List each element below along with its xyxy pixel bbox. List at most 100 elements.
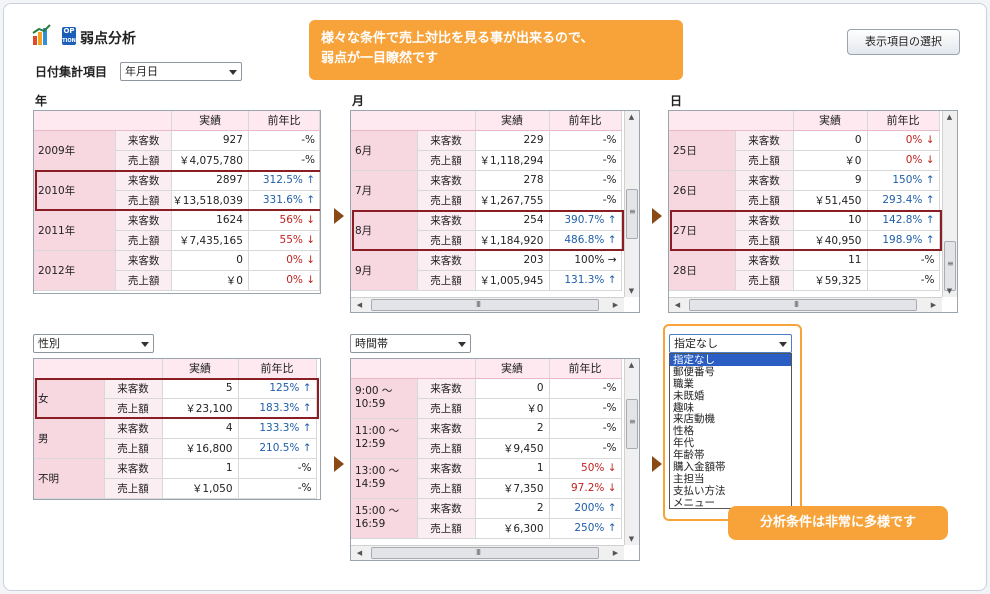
scroll-up-arrow-icon[interactable]: ▲ — [943, 113, 956, 121]
vertical-scrollbar[interactable]: ▲ ≡ ▼ — [942, 111, 957, 297]
visitors-yoy: 312.5% ↑ — [248, 170, 320, 191]
table-row[interactable]: 7月 来客数 278 -% — [351, 170, 622, 211]
scrollbar-thumb[interactable]: ≡ — [626, 189, 638, 239]
option-item[interactable]: 未既婚 — [670, 390, 791, 402]
scrollbar-thumb[interactable]: III — [689, 299, 917, 311]
table-row[interactable]: 2009年 来客数 927 -% — [34, 130, 320, 171]
analysis-condition-select[interactable]: 指定なし — [669, 334, 792, 353]
metric-sales: 売上額 — [417, 438, 476, 459]
grip-icon: ≡ — [947, 259, 954, 268]
scroll-right-arrow-icon[interactable]: ▶ — [927, 301, 940, 309]
scroll-right-arrow-icon[interactable]: ▶ — [609, 301, 622, 309]
header-blank — [669, 111, 794, 131]
horizontal-scrollbar[interactable]: ◀ III ▶ — [351, 545, 624, 560]
scroll-up-arrow-icon[interactable]: ▲ — [625, 113, 638, 121]
table-row[interactable]: 2010年 来客数 2897 312.5% ↑ — [34, 170, 320, 211]
visitors-yoy: 50% ↓ — [549, 458, 622, 479]
table-row[interactable]: 26日 来客数 9 150% ↑ — [669, 170, 940, 211]
option-item[interactable]: 性格 — [670, 425, 791, 437]
scrollbar-thumb[interactable]: III — [371, 299, 599, 311]
row-group-label: 2012年 — [34, 250, 116, 291]
metric-visitors: 来客数 — [735, 130, 794, 151]
gender-select[interactable]: 性別 — [33, 334, 154, 353]
sales-yoy: 331.6% ↑ — [248, 190, 320, 211]
sales-yoy: -% — [549, 150, 622, 171]
option-item[interactable]: 支払い方法 — [670, 485, 791, 497]
horizontal-scrollbar[interactable]: ◀ III ▶ — [351, 297, 624, 312]
table-row[interactable]: 25日 来客数 0 0% ↓ — [669, 130, 940, 171]
table-row[interactable]: 男来客数 4 133.3% ↑ — [34, 418, 317, 459]
option-item[interactable]: 職業 — [670, 378, 791, 390]
table-row[interactable]: 15:00 ～ 16:59 来客数 2 200% ↑ — [351, 498, 622, 539]
visitors-yoy: 56% ↓ — [248, 210, 320, 231]
table-row[interactable]: 13:00 ～ 14:59 来客数 1 50% ↓ — [351, 458, 622, 499]
sales-yoy: 198.9% ↑ — [867, 230, 940, 251]
sales-yoy: -% — [248, 150, 320, 171]
scroll-down-arrow-icon[interactable]: ▼ — [625, 287, 638, 295]
table-row[interactable]: 9月 来客数 203 100% → — [351, 250, 622, 291]
scroll-left-arrow-icon[interactable]: ◀ — [671, 301, 684, 309]
table-row[interactable]: 2012年 来客数 0 0% ↓ — [34, 250, 320, 291]
table-row[interactable]: 9:00 ～ 10:59 来客数 0 -% — [351, 378, 622, 419]
table-row[interactable]: 不明 来客数 1 -% — [34, 458, 317, 499]
scroll-left-arrow-icon[interactable]: ◀ — [353, 301, 366, 309]
sales-yoy: 0% ↓ — [248, 270, 320, 291]
grip-icon: III — [793, 300, 799, 309]
option-item[interactable]: 年齢帯 — [670, 449, 791, 461]
scroll-up-arrow-icon[interactable]: ▲ — [625, 361, 638, 369]
sales-yoy: -% — [549, 398, 622, 419]
scrollbar-thumb[interactable]: ≡ — [944, 241, 956, 291]
metric-sales: 売上額 — [115, 270, 173, 291]
sales-value: ￥6,300 — [475, 518, 550, 539]
scroll-down-arrow-icon[interactable]: ▼ — [943, 287, 956, 295]
table-row[interactable]: 女来客数 5 125% ↑ — [34, 378, 317, 419]
table-row[interactable]: 2011年 来客数 1624 56% ↓ — [34, 210, 320, 251]
option-item[interactable]: 主担当 — [670, 473, 791, 485]
vertical-scrollbar[interactable]: ▲ ≡ ▼ — [624, 359, 639, 545]
option-item[interactable]: 来店動機 — [670, 413, 791, 426]
metric-sales: 売上額 — [735, 230, 794, 251]
row-group-label: 2011年 — [34, 210, 116, 251]
option-item[interactable]: 年代 — [670, 437, 791, 449]
header-yoy: 前年比 — [238, 359, 317, 379]
vertical-scrollbar[interactable]: ▲ ≡ ▼ — [624, 111, 639, 297]
visitors-value: 254 — [475, 210, 550, 231]
timeslot-select[interactable]: 時間帯 — [350, 334, 471, 353]
timeslot-table-panel: 実績 前年比 9:00 ～ 10:59 来客数 0 -% 売上額 ￥0 -% 11:00 ～ 12… — [350, 358, 640, 561]
metric-sales: 売上額 — [735, 270, 794, 291]
select-display-items-button[interactable]: 表示項目の選択 — [847, 29, 960, 55]
table-row[interactable]: 11:00 ～ 12:59 来客数 2 -% — [351, 418, 622, 459]
scroll-down-arrow-icon[interactable]: ▼ — [625, 535, 638, 543]
option-item[interactable]: 指定なし — [670, 354, 791, 366]
horizontal-scrollbar[interactable]: ◀ III ▶ — [669, 297, 942, 312]
date-aggregation-select[interactable]: 年月日 — [120, 62, 242, 81]
callout-line-1: 様々な条件で売上対比を見る事が出来るので、 — [321, 31, 594, 46]
table-row[interactable]: 8月 来客数 254 390.7% ↑ — [351, 210, 622, 251]
visitors-value: 10 — [793, 210, 868, 231]
table-row[interactable]: 28日 来客数 11 -% — [669, 250, 940, 291]
option-item[interactable]: 趣味 — [670, 402, 791, 414]
badge-top: OP — [63, 27, 75, 35]
sales-yoy: 210.5% ↑ — [238, 438, 317, 459]
row-group-label: 25日 — [669, 130, 736, 171]
day-table-panel: 実績 前年比 25日 来客数 0 0% ↓ 売上額 ￥0 0% ↓ 26日 来客数 9 150% ↑ 売上… — [668, 110, 958, 313]
row-group-label: 2010年 — [34, 170, 116, 211]
row-group-label: 11:00 ～ 12:59 — [351, 418, 418, 459]
section-label-month: 月 — [352, 94, 365, 108]
visitors-value: 9 — [793, 170, 868, 191]
grip-icon: III — [475, 548, 481, 557]
option-item[interactable]: 購入金額帯 — [670, 461, 791, 473]
sales-value: ￥0 — [475, 398, 550, 419]
metric-sales: 売上額 — [104, 398, 163, 419]
table-row[interactable]: 27日 来客数 10 142.8% ↑ — [669, 210, 940, 251]
scroll-left-arrow-icon[interactable]: ◀ — [353, 549, 366, 557]
table-row[interactable]: 6月 来客数 229 -% — [351, 130, 622, 171]
scrollbar-thumb[interactable]: III — [371, 547, 599, 559]
option-item[interactable]: 郵便番号 — [670, 366, 791, 378]
scrollbar-thumb[interactable]: ≡ — [626, 399, 638, 449]
metric-visitors: 来客数 — [735, 210, 794, 231]
scroll-right-arrow-icon[interactable]: ▶ — [609, 549, 622, 557]
data-table: 実績 前年比 6月 来客数 229 -% 売上額 ￥1,118,294 -% 7月 来客数 278 -%… — [351, 111, 622, 291]
arrow-right-icon — [652, 208, 662, 224]
sales-value: ￥23,100 — [162, 398, 239, 419]
